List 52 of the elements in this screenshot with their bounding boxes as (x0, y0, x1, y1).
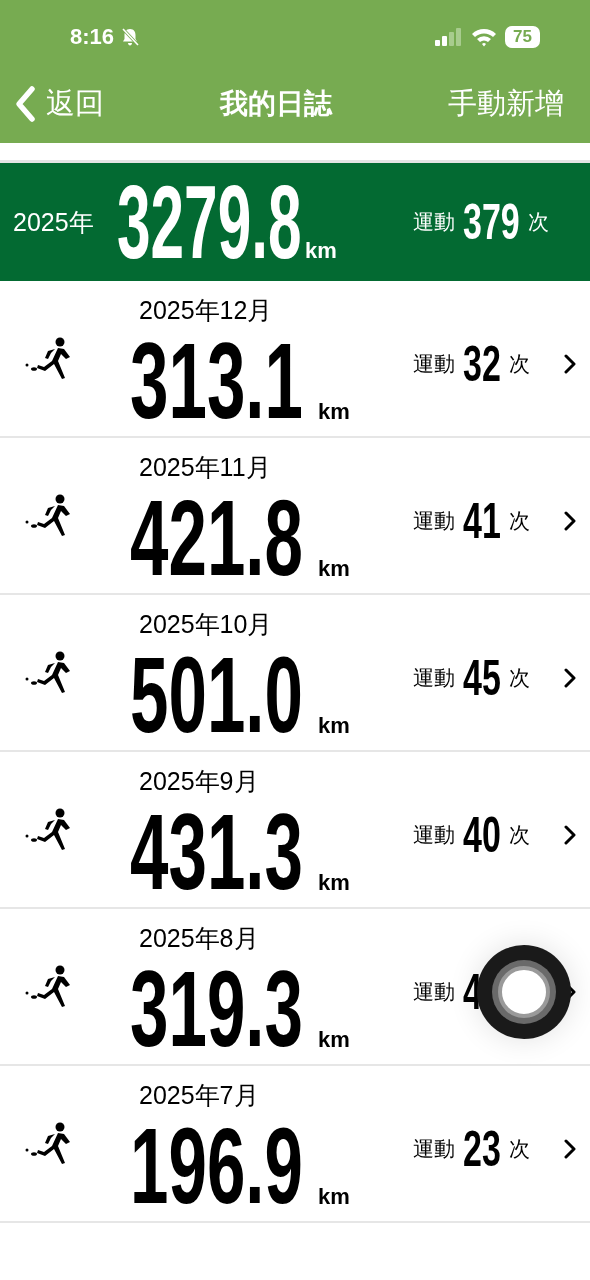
distance-unit: km (318, 558, 350, 580)
activity-count: 40 (463, 809, 501, 860)
month-label: 2025年11月 (138, 452, 272, 483)
count-label: 運動 (413, 821, 455, 848)
month-label: 2025年9月 (138, 766, 260, 797)
chevron-icon (564, 353, 576, 374)
count-unit: 次 (509, 1135, 530, 1162)
summary-year: 2025年 (12, 206, 95, 238)
count-unit: 次 (509, 821, 530, 848)
chevron-icon (564, 824, 576, 845)
count-unit: 次 (509, 350, 530, 377)
count-unit: 次 (509, 507, 530, 534)
back-chevron-icon (14, 84, 36, 123)
activity-count: 32 (463, 338, 501, 389)
wifi-icon (471, 27, 498, 47)
count-label: 運動 (413, 507, 455, 534)
count-label: 運動 (413, 978, 455, 1005)
count-label: 運動 (413, 664, 455, 691)
activity-count: 45 (463, 652, 501, 703)
month-label: 2025年12月 (138, 295, 274, 326)
chevron-icon (564, 510, 576, 531)
count-label: 運動 (413, 1135, 455, 1162)
distance-unit: km (318, 872, 350, 894)
battery-level: 75 (505, 26, 540, 49)
distance-unit: km (318, 1029, 350, 1051)
activity-count: 41 (463, 495, 501, 546)
count-unit: 次 (509, 664, 530, 691)
distance-unit: km (318, 401, 350, 423)
status-time: 8:16 (70, 24, 115, 51)
month-distance: 431.3 (130, 798, 303, 906)
month-distance: 421.8 (130, 484, 303, 592)
activity-count: 23 (463, 1123, 501, 1174)
chevron-icon (564, 1138, 576, 1159)
chevron-icon (564, 667, 576, 688)
bell-slash-icon (120, 27, 141, 48)
month-label: 2025年8月 (138, 923, 260, 954)
month-label: 2025年7月 (138, 1080, 260, 1111)
count-label: 運動 (413, 350, 455, 377)
month-distance: 196.9 (130, 1112, 303, 1220)
count-label: 運動 (413, 209, 455, 235)
month-label: 2025年10月 (138, 609, 274, 640)
page-title: 我的日誌 (220, 86, 332, 121)
distance-unit: km (305, 240, 337, 262)
distance-unit: km (318, 715, 350, 737)
signal-icon (435, 28, 462, 47)
count-unit: 次 (528, 209, 549, 235)
month-distance: 501.0 (130, 641, 303, 749)
summary-distance: 3279.8 (117, 170, 302, 274)
month-distance: 313.1 (130, 327, 303, 435)
distance-unit: km (318, 1186, 350, 1208)
month-distance: 319.3 (130, 955, 303, 1063)
summary-count: 379 (463, 197, 520, 247)
